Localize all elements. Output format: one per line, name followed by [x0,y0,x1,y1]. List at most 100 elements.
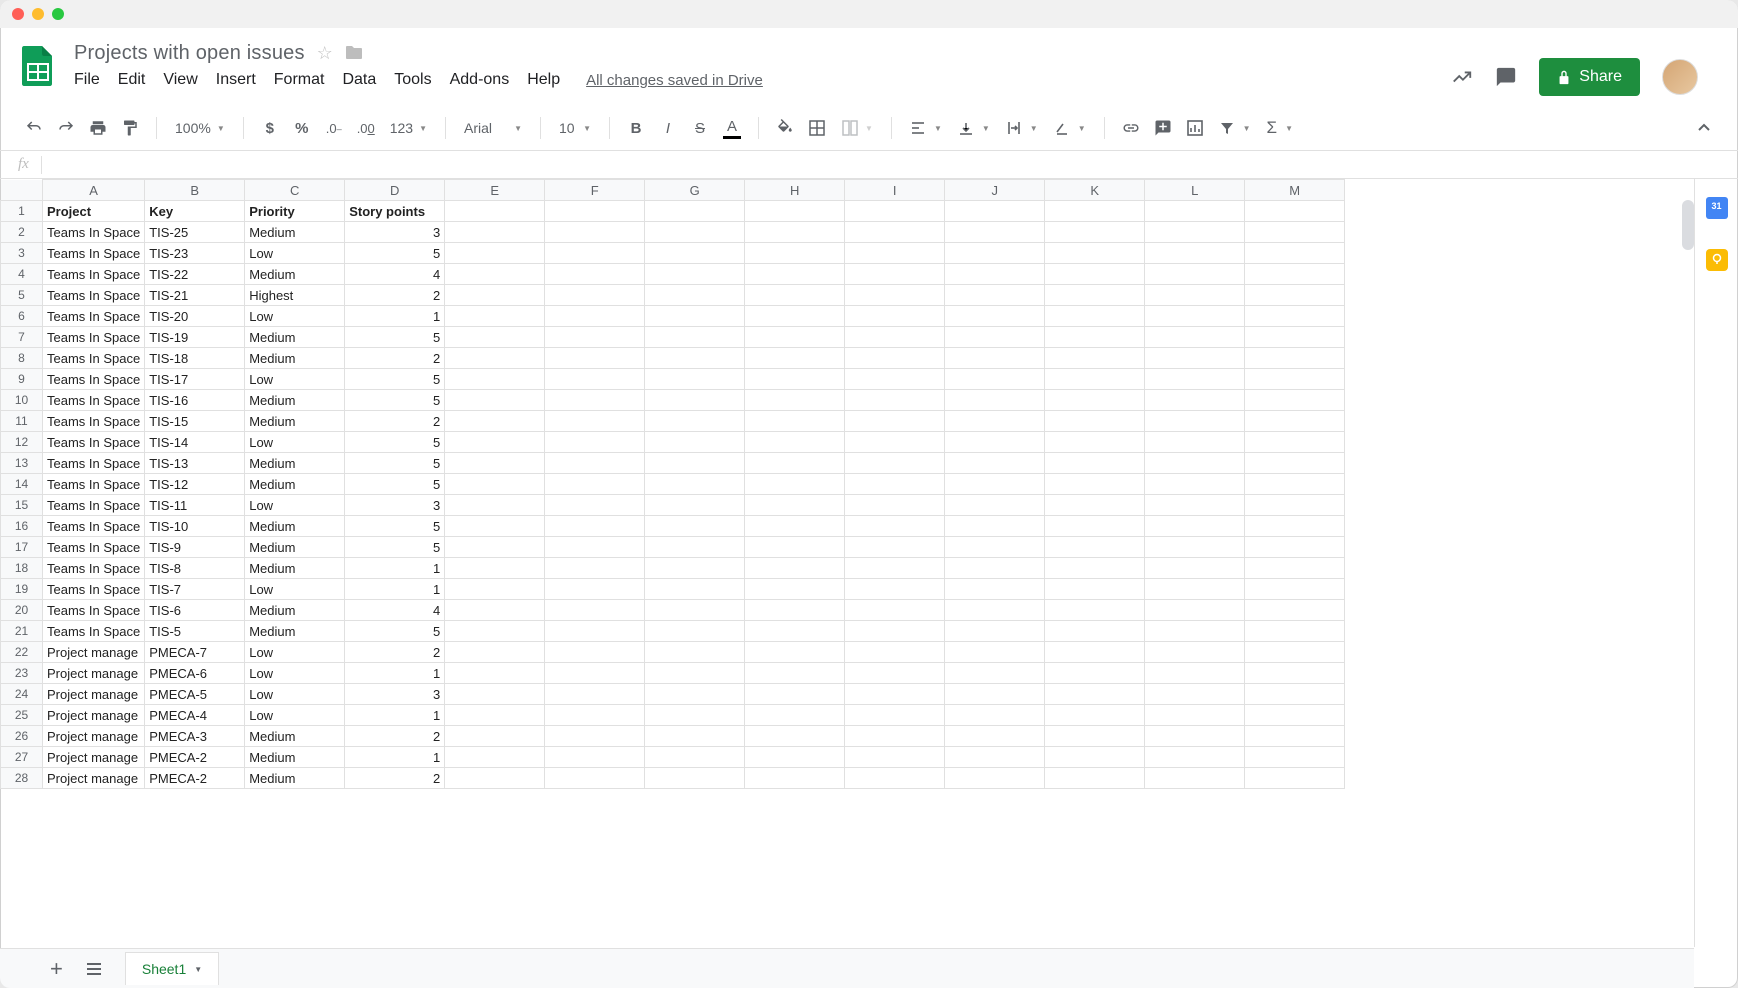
zoom-dropdown[interactable]: 100%▼ [169,120,231,136]
cell[interactable] [545,642,645,663]
col-header[interactable]: F [545,180,645,201]
insert-link-button[interactable] [1117,114,1145,142]
cell[interactable]: Low [245,642,345,663]
cell[interactable] [1145,516,1245,537]
cell[interactable] [445,684,545,705]
cell[interactable] [1145,285,1245,306]
cell[interactable] [945,495,1045,516]
cell[interactable]: TIS-10 [145,516,245,537]
cell[interactable] [1145,264,1245,285]
cell[interactable]: 2 [345,726,445,747]
cell[interactable] [545,327,645,348]
cell[interactable] [1245,390,1345,411]
cell[interactable] [645,243,745,264]
cell[interactable] [1245,222,1345,243]
cell[interactable] [1245,516,1345,537]
cell[interactable]: PMECA-2 [145,768,245,789]
cell[interactable] [945,747,1045,768]
cell[interactable]: Project manage [43,684,145,705]
cell[interactable] [1245,264,1345,285]
cell[interactable]: Project manage [43,642,145,663]
cell[interactable] [1245,369,1345,390]
cell[interactable]: 1 [345,747,445,768]
cell[interactable] [645,642,745,663]
cell[interactable] [745,390,845,411]
cell[interactable] [645,558,745,579]
cell[interactable]: TIS-6 [145,600,245,621]
cell[interactable] [1045,747,1145,768]
cell[interactable]: PMECA-4 [145,705,245,726]
doc-title[interactable]: Projects with open issues [74,42,305,65]
cell[interactable]: 4 [345,264,445,285]
keep-icon[interactable] [1706,249,1728,271]
star-icon[interactable]: ☆ [317,43,333,64]
cell[interactable] [1245,621,1345,642]
cell[interactable] [1045,222,1145,243]
cell[interactable] [1045,600,1145,621]
cell[interactable] [1045,306,1145,327]
cell[interactable] [1245,243,1345,264]
cell[interactable] [745,663,845,684]
cell[interactable] [645,705,745,726]
menu-insert[interactable]: Insert [216,71,256,89]
cell[interactable] [745,327,845,348]
cell[interactable] [745,495,845,516]
comments-icon[interactable] [1495,66,1517,88]
cell[interactable] [1245,201,1345,222]
cell[interactable] [1045,516,1145,537]
cell[interactable] [545,768,645,789]
cell[interactable]: Teams In Space [43,516,145,537]
cell[interactable]: Medium [245,726,345,747]
cell[interactable] [1145,243,1245,264]
cell[interactable]: 5 [345,327,445,348]
cell[interactable] [1245,537,1345,558]
cell[interactable]: Medium [245,390,345,411]
cell[interactable] [1145,663,1245,684]
cell[interactable] [845,222,945,243]
cell[interactable] [745,453,845,474]
cell[interactable] [445,243,545,264]
cell[interactable] [745,726,845,747]
cell[interactable]: Medium [245,264,345,285]
cell[interactable]: TIS-18 [145,348,245,369]
cell[interactable] [1245,348,1345,369]
cell[interactable] [845,684,945,705]
cell[interactable] [845,264,945,285]
cell[interactable] [1045,327,1145,348]
cell[interactable]: TIS-13 [145,453,245,474]
cell[interactable] [745,411,845,432]
cell[interactable]: 1 [345,663,445,684]
cell[interactable] [1045,243,1145,264]
cell[interactable] [845,768,945,789]
row-header[interactable]: 23 [1,663,43,684]
cell[interactable] [1245,453,1345,474]
cell[interactable] [1245,726,1345,747]
cell[interactable] [645,411,745,432]
cell[interactable] [845,537,945,558]
cell[interactable] [845,243,945,264]
cell[interactable] [945,579,1045,600]
cell[interactable] [545,558,645,579]
cell[interactable] [745,369,845,390]
cell[interactable] [1245,285,1345,306]
cell[interactable]: TIS-19 [145,327,245,348]
cell[interactable]: Teams In Space [43,264,145,285]
cell[interactable] [1245,432,1345,453]
user-avatar[interactable] [1662,59,1698,95]
row-header[interactable]: 24 [1,684,43,705]
cell[interactable]: PMECA-5 [145,684,245,705]
cell[interactable] [1145,600,1245,621]
cell[interactable] [545,264,645,285]
cell[interactable]: TIS-16 [145,390,245,411]
cell[interactable] [845,453,945,474]
cell[interactable] [1245,684,1345,705]
col-header[interactable]: L [1145,180,1245,201]
cell[interactable] [945,453,1045,474]
cell[interactable] [945,726,1045,747]
cell[interactable] [1145,453,1245,474]
cell[interactable]: 5 [345,369,445,390]
cell[interactable] [545,201,645,222]
col-header[interactable]: H [745,180,845,201]
cell[interactable] [845,558,945,579]
cell[interactable]: Teams In Space [43,600,145,621]
